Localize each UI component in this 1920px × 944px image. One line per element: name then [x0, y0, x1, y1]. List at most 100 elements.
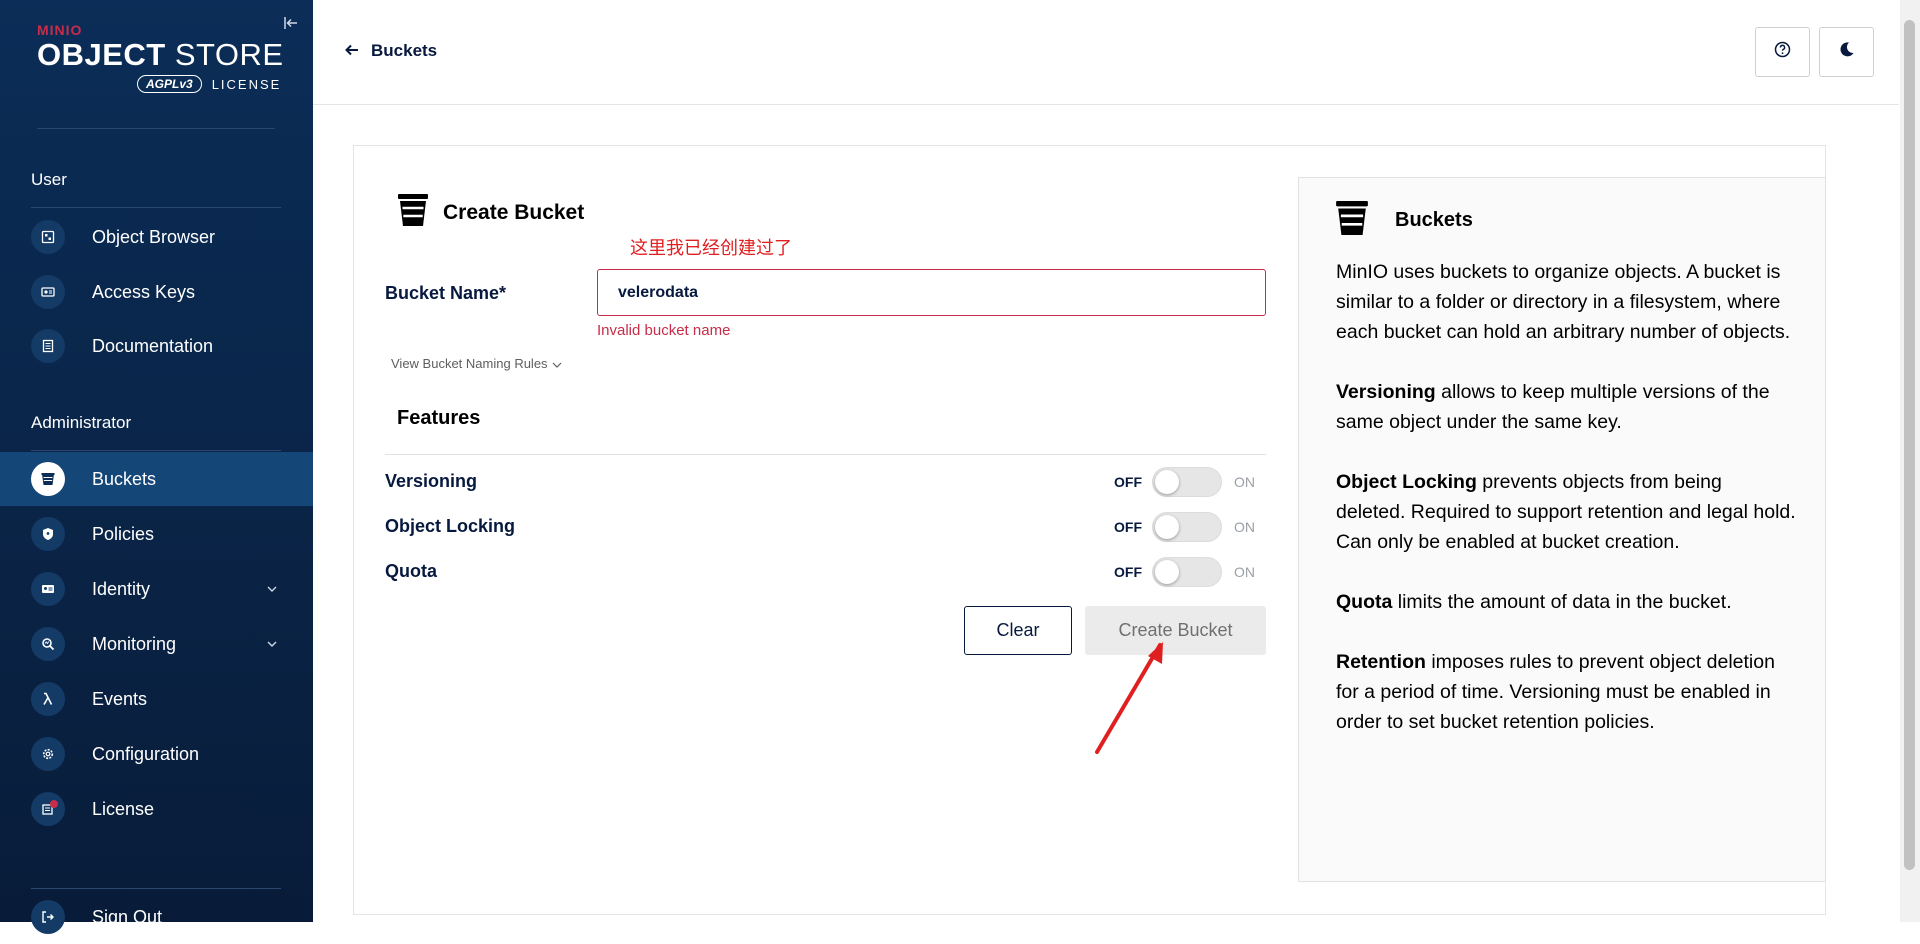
help-text: MinIO uses buckets to organize objects. …	[1336, 257, 1796, 767]
help-title: Buckets	[1335, 200, 1473, 241]
versioning-label: Versioning	[385, 471, 478, 491]
access-keys-icon	[31, 275, 65, 309]
sidebar-item-sign-out[interactable]: Sign Out	[0, 890, 313, 944]
object-locking-label: Object Locking	[385, 516, 516, 536]
sidebar-item-label: Policies	[92, 523, 155, 544]
moon-icon	[1838, 41, 1855, 63]
bucket-icon	[397, 193, 429, 232]
logo-title: OBJECT STORE	[37, 38, 287, 72]
section-divider	[31, 450, 281, 451]
help-title-text: Buckets	[1395, 209, 1473, 231]
help-quota: Quota limits the amount of data in the b…	[1336, 587, 1796, 617]
sidebar-item-buckets[interactable]: Buckets	[0, 452, 313, 506]
sidebar-item-label: Buckets	[92, 468, 157, 489]
scrollbar-thumb[interactable]	[1904, 20, 1915, 870]
minio-logo[interactable]: MINIO OBJECT STORE AGPLv3 LICENSE	[37, 22, 287, 93]
logo-title-bold: OBJECT	[37, 37, 166, 72]
shield-icon	[31, 517, 65, 551]
bucket-icon	[31, 462, 65, 496]
help-desc: limits the amount of data in the bucket.	[1392, 591, 1732, 613]
sidebar-item-label: Monitoring	[92, 633, 177, 654]
lambda-icon	[31, 682, 65, 716]
agpl-badge: AGPLv3	[137, 75, 202, 93]
section-user: User	[31, 170, 67, 189]
back-to-buckets-link[interactable]: Buckets	[345, 40, 437, 61]
section-divider	[31, 888, 281, 889]
bucket-icon	[1335, 200, 1369, 241]
chevron-down-icon[interactable]	[264, 581, 280, 597]
help-button[interactable]	[1755, 27, 1810, 77]
sidebar-item-license[interactable]: License	[0, 782, 313, 836]
toggle-knob	[1155, 515, 1179, 539]
logo-divider	[37, 128, 275, 129]
sidebar-item-object-browser[interactable]: Object Browser	[0, 210, 313, 264]
logo-brand: MINIO	[37, 22, 83, 38]
sidebar-item-label: Documentation	[92, 335, 214, 356]
help-term: Quota	[1336, 591, 1393, 613]
help-term: Object Locking	[1336, 471, 1477, 493]
object-locking-toggle[interactable]	[1152, 512, 1222, 542]
object-browser-icon	[31, 220, 65, 254]
documentation-icon	[31, 329, 65, 363]
bucket-name-input[interactable]	[597, 269, 1266, 316]
sidebar-item-events[interactable]: Events	[0, 672, 313, 726]
quota-toggle[interactable]	[1152, 557, 1222, 587]
toggle-knob	[1155, 560, 1179, 584]
sidebar-item-label: Configuration	[92, 743, 200, 764]
sidebar-item-label: Access Keys	[92, 281, 196, 302]
chevron-down-icon[interactable]	[264, 636, 280, 652]
bucket-name-label: Bucket Name*	[385, 283, 507, 303]
sidebar-item-label: Object Browser	[92, 226, 216, 247]
notification-dot	[50, 800, 58, 808]
section-divider	[31, 207, 281, 208]
naming-rules-label: View Bucket Naming Rules	[391, 356, 548, 371]
section-administrator: Administrator	[31, 413, 132, 432]
logo-license: AGPLv3 LICENSE	[137, 75, 281, 93]
chevron-down-icon	[552, 356, 562, 371]
help-intro: MinIO uses buckets to organize objects. …	[1336, 261, 1791, 343]
switch-off-label: OFF	[1114, 564, 1142, 580]
features-divider	[385, 454, 1266, 455]
sidebar-item-documentation[interactable]: Documentation	[0, 319, 313, 373]
monitoring-icon	[31, 627, 65, 661]
license-text: LICENSE	[211, 76, 282, 92]
arrow-left-icon	[345, 40, 359, 61]
versioning-toggle[interactable]	[1152, 467, 1222, 497]
create-bucket-title: Create Bucket	[443, 200, 585, 224]
help-term: Versioning	[1336, 381, 1436, 403]
sidebar: MINIO OBJECT STORE AGPLv3 LICENSE User O…	[0, 0, 313, 934]
question-circle-icon	[1774, 41, 1791, 63]
switch-on-label: ON	[1234, 564, 1255, 580]
switch-off-label: OFF	[1114, 474, 1142, 490]
sidebar-item-monitoring[interactable]: Monitoring	[0, 617, 313, 671]
view-naming-rules-link[interactable]: View Bucket Naming Rules	[391, 356, 562, 371]
logo-title-light: STORE	[165, 37, 284, 72]
help-term: Retention	[1336, 651, 1426, 673]
form-title: Create Bucket	[397, 193, 584, 232]
help-versioning: Versioning allows to keep multiple versi…	[1336, 377, 1796, 437]
sign-out-icon	[31, 900, 65, 934]
license-icon	[31, 792, 65, 826]
switch-on-label: ON	[1234, 519, 1255, 535]
top-bar: Buckets	[313, 0, 1899, 105]
switch-off-label: OFF	[1114, 519, 1142, 535]
switch-on-label: ON	[1234, 474, 1255, 490]
sidebar-item-label: Sign Out	[92, 906, 163, 927]
collapse-sidebar-icon[interactable]	[281, 15, 301, 35]
gear-icon	[31, 737, 65, 771]
annotation-arrow	[1095, 642, 1163, 754]
toggle-knob	[1155, 470, 1179, 494]
help-retention: Retention imposes rules to prevent objec…	[1336, 647, 1796, 737]
sidebar-item-label: Identity	[92, 578, 151, 599]
back-label: Buckets	[371, 40, 438, 60]
sidebar-item-configuration[interactable]: Configuration	[0, 727, 313, 781]
quota-label: Quota	[385, 561, 437, 581]
sidebar-item-policies[interactable]: Policies	[0, 507, 313, 561]
theme-toggle-button[interactable]	[1819, 27, 1874, 77]
sidebar-item-access-keys[interactable]: Access Keys	[0, 265, 313, 319]
help-object-locking: Object Locking prevents objects from bei…	[1336, 467, 1796, 557]
clear-button[interactable]: Clear	[964, 606, 1072, 655]
sidebar-item-identity[interactable]: Identity	[0, 562, 313, 616]
sidebar-item-label: Events	[92, 688, 148, 709]
identity-icon	[31, 572, 65, 606]
